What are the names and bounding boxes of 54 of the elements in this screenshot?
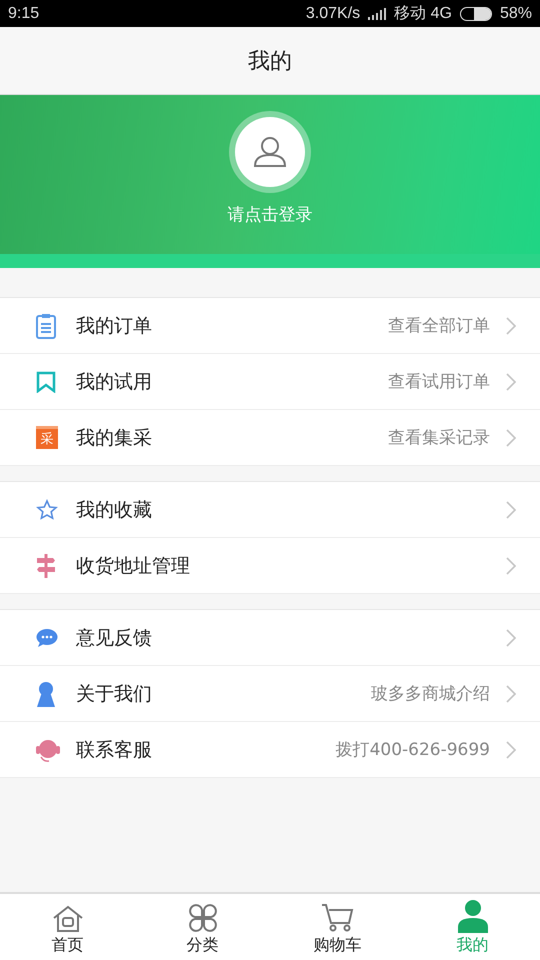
menu-label: 我的收藏 xyxy=(76,498,152,522)
menu-label: 我的集采 xyxy=(76,426,152,450)
chevron-icon xyxy=(506,316,516,334)
tab-item[interactable]: 分类 xyxy=(135,894,270,960)
signpost-icon xyxy=(36,554,56,578)
chevron-icon xyxy=(506,556,516,574)
chevron-icon xyxy=(506,428,516,446)
tab-label: 分类 xyxy=(186,935,218,956)
bookmark-icon xyxy=(36,370,56,392)
chat-icon xyxy=(36,628,58,648)
menu-label: 收货地址管理 xyxy=(76,554,190,578)
tab-label: 首页 xyxy=(52,935,84,956)
menu-label: 我的订单 xyxy=(76,314,152,338)
menu-detail: 拨打400-626-9699 xyxy=(336,739,490,761)
person-icon xyxy=(456,899,488,933)
chevron-icon xyxy=(506,628,516,646)
tab-item[interactable]: 购物车 xyxy=(270,894,405,960)
menu-detail: 查看试用订单 xyxy=(388,371,490,393)
chevron-icon xyxy=(506,500,516,518)
keyhole-icon xyxy=(36,680,56,706)
star-icon xyxy=(36,498,58,520)
menu-detail: 查看全部订单 xyxy=(388,315,490,337)
chevron-icon xyxy=(506,372,516,390)
menu-label: 意见反馈 xyxy=(76,626,152,650)
battery-percent: 58% xyxy=(500,4,532,22)
menu-row[interactable]: 关于我们 玻多多商城介绍 xyxy=(0,666,540,722)
menu-detail: 查看集采记录 xyxy=(388,427,490,449)
tab-label: 购物车 xyxy=(314,935,362,956)
menu-label: 我的试用 xyxy=(76,370,152,394)
status-time: 9:15 xyxy=(8,4,40,22)
menu-label: 关于我们 xyxy=(76,682,152,706)
menu-row[interactable]: 我的试用 查看试用订单 xyxy=(0,354,540,410)
menu-label: 联系客服 xyxy=(76,738,152,762)
home-icon xyxy=(52,905,84,933)
menu-row[interactable]: 我的收藏 xyxy=(0,482,540,538)
page-title: 我的 xyxy=(248,48,292,76)
chevron-icon xyxy=(506,740,516,758)
chevron-icon xyxy=(506,684,516,702)
menu-detail: 玻多多商城介绍 xyxy=(371,683,490,705)
badge-icon: 采 xyxy=(36,426,58,449)
clipboard-icon xyxy=(36,312,56,338)
tab-label: 我的 xyxy=(456,935,488,956)
menu-row[interactable]: 采 我的集采 查看集采记录 xyxy=(0,410,540,466)
network-speed: 3.07K/s xyxy=(306,4,360,22)
carrier-label: 移动 4G xyxy=(394,4,452,24)
grid-icon xyxy=(186,903,218,933)
cart-icon xyxy=(320,903,354,933)
battery-icon xyxy=(460,6,492,20)
menu-row[interactable]: 我的订单 查看全部订单 xyxy=(0,298,540,354)
menu-row[interactable]: 联系客服 拨打400-626-9699 xyxy=(0,722,540,778)
tab-item[interactable]: 首页 xyxy=(0,894,135,960)
menu-row[interactable]: 收货地址管理 xyxy=(0,538,540,594)
signal-icon xyxy=(368,8,386,20)
menu-row[interactable]: 意见反馈 xyxy=(0,610,540,666)
